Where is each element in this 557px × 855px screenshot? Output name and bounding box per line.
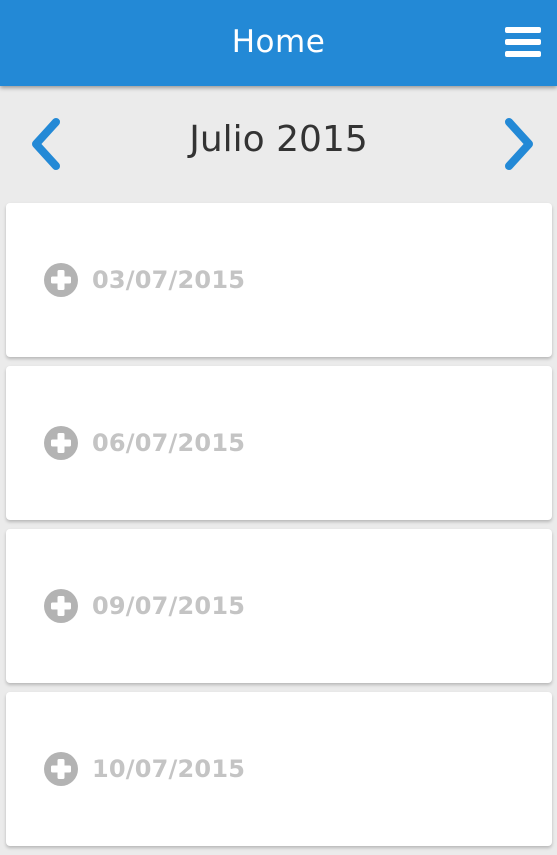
menu-button[interactable] bbox=[505, 24, 541, 60]
list-item[interactable]: 06/07/2015 bbox=[6, 366, 552, 520]
plus-circle-icon[interactable] bbox=[44, 589, 78, 623]
app-bar: Home bbox=[0, 0, 557, 86]
list-item[interactable]: 09/07/2015 bbox=[6, 529, 552, 683]
next-month-button[interactable] bbox=[499, 116, 539, 172]
list-item-content: 09/07/2015 bbox=[44, 529, 245, 683]
list-item[interactable]: 10/07/2015 bbox=[6, 692, 552, 846]
page-title: Home bbox=[231, 24, 326, 60]
plus-circle-icon[interactable] bbox=[44, 752, 78, 786]
entry-date: 10/07/2015 bbox=[92, 755, 246, 783]
list-item-content: 06/07/2015 bbox=[44, 366, 245, 520]
date-list: 03/07/2015 06/07/2015 09/07/2015 10/07/2… bbox=[6, 203, 552, 855]
list-item[interactable]: 03/07/2015 bbox=[6, 203, 552, 357]
plus-circle-icon[interactable] bbox=[44, 426, 78, 460]
entry-date: 03/07/2015 bbox=[92, 266, 246, 294]
plus-circle-icon[interactable] bbox=[44, 263, 78, 297]
entry-date: 06/07/2015 bbox=[92, 429, 246, 457]
list-item-content: 03/07/2015 bbox=[44, 203, 245, 357]
month-label: Julio 2015 bbox=[189, 119, 368, 160]
entry-date: 09/07/2015 bbox=[92, 592, 246, 620]
month-navigator: Julio 2015 bbox=[0, 86, 557, 196]
list-item-content: 10/07/2015 bbox=[44, 692, 245, 846]
chevron-right-icon bbox=[505, 118, 533, 170]
hamburger-menu-icon bbox=[505, 27, 541, 57]
